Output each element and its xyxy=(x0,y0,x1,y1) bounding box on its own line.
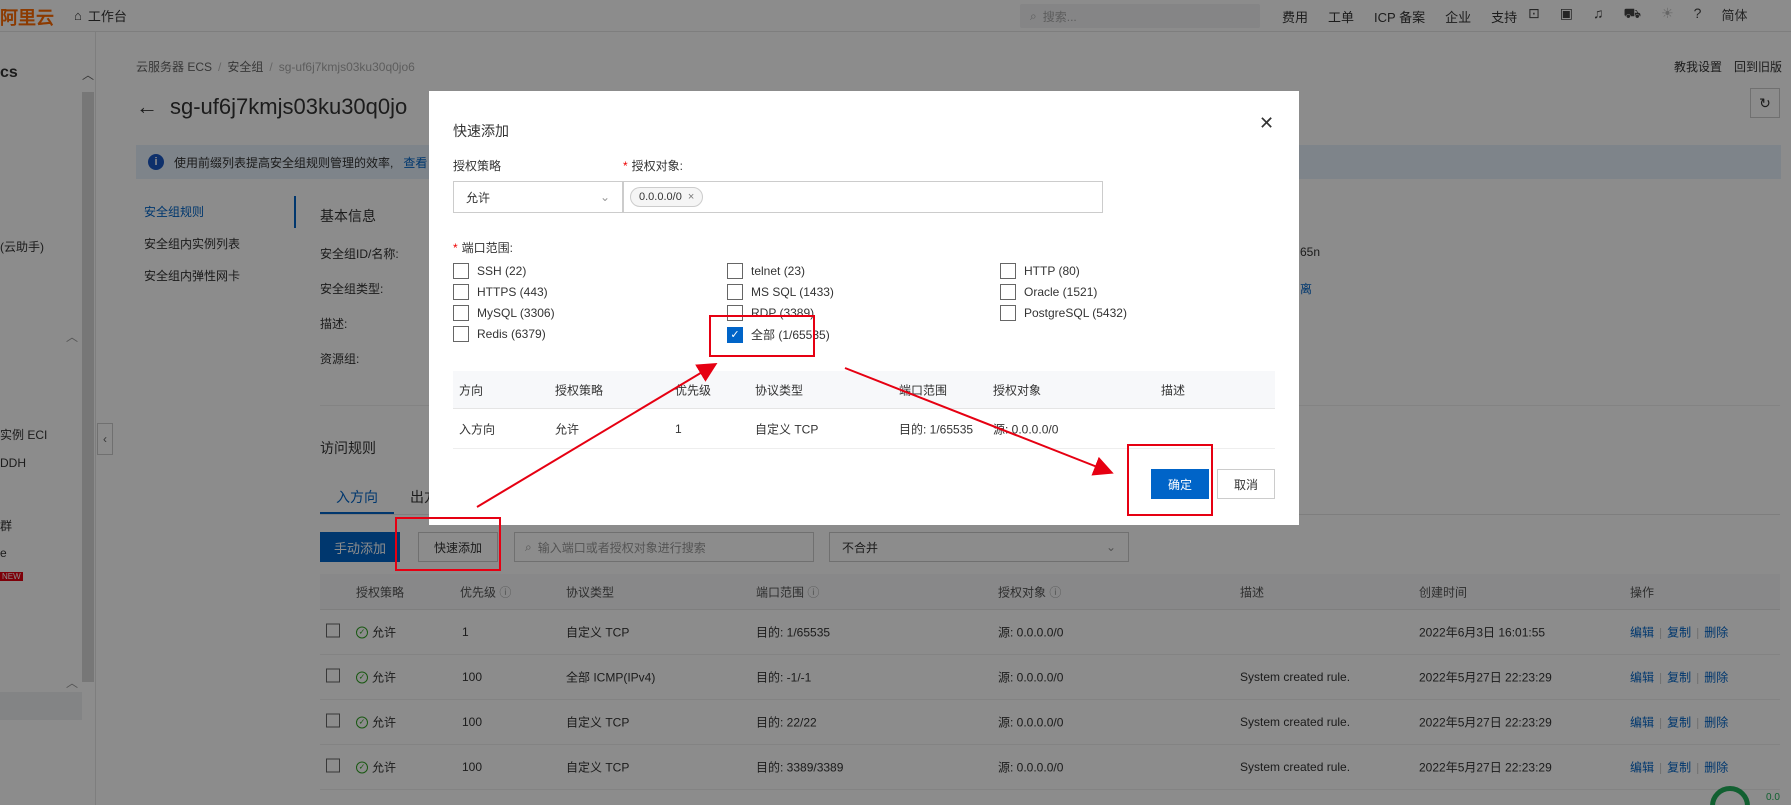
annotation-arrows xyxy=(476,362,1114,508)
arrow-to-all-ports xyxy=(476,362,718,508)
arrow-to-confirm xyxy=(844,367,1114,476)
